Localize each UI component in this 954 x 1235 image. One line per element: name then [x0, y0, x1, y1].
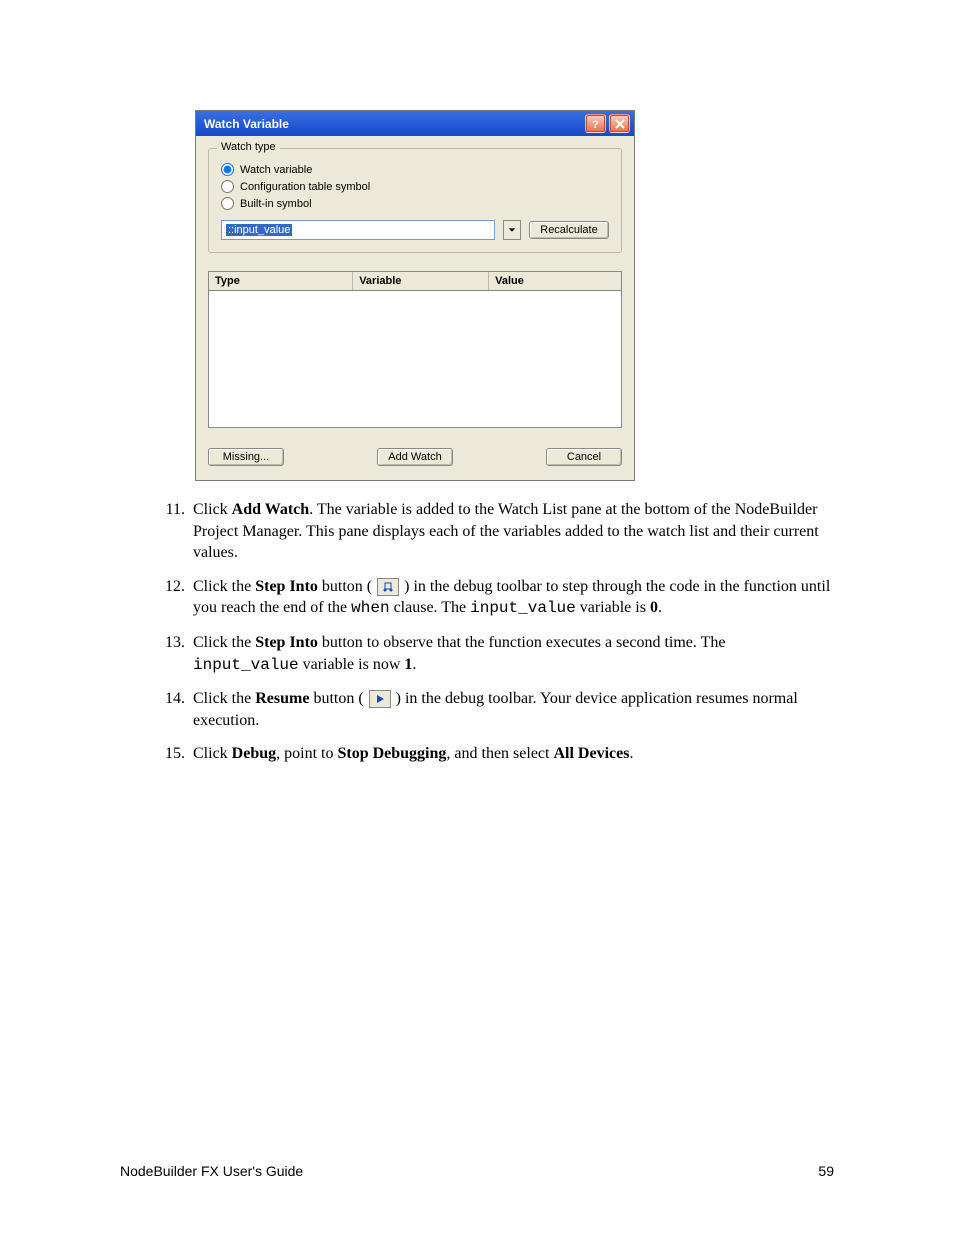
col-value-header: Value — [489, 272, 621, 290]
step-14: 14. Click the Resume button ( ) in the d… — [155, 688, 834, 731]
dialog-titlebar: Watch Variable ? — [196, 111, 634, 136]
step-body: Click the Resume button ( ) in the debug… — [193, 688, 834, 731]
svg-text:?: ? — [592, 119, 599, 130]
radio-watch-variable-input[interactable] — [221, 163, 234, 176]
group-legend: Watch type — [217, 141, 280, 153]
help-icon[interactable]: ? — [585, 114, 606, 133]
watch-variable-dialog: Watch Variable ? Watch type Watch variab… — [195, 110, 635, 481]
col-variable-header: Variable — [353, 272, 489, 290]
step-15: 15. Click Debug, point to Stop Debugging… — [155, 743, 834, 765]
radio-config-table-input[interactable] — [221, 180, 234, 193]
table-header-row: Type Variable Value — [209, 272, 621, 291]
titlebar-buttons: ? — [585, 114, 630, 133]
radio-builtin-input[interactable] — [221, 197, 234, 210]
resume-icon — [369, 690, 391, 708]
close-icon[interactable] — [609, 114, 630, 133]
page-footer: NodeBuilder FX User's Guide 59 — [120, 1163, 834, 1179]
radio-watch-variable[interactable]: Watch variable — [221, 163, 609, 176]
variable-edit-row: ::input_value Recalculate — [221, 220, 609, 240]
radio-builtin[interactable]: Built-in symbol — [221, 197, 609, 210]
page-number: 59 — [818, 1163, 834, 1179]
step-body: Click Debug, point to Stop Debugging, an… — [193, 743, 834, 765]
dropdown-button[interactable] — [503, 220, 521, 240]
variable-input[interactable]: ::input_value — [221, 220, 495, 240]
radio-config-table-label: Configuration table symbol — [240, 181, 370, 193]
recalculate-button[interactable]: Recalculate — [529, 221, 609, 239]
dialog-title: Watch Variable — [200, 117, 289, 131]
variable-table: Type Variable Value — [208, 271, 622, 428]
missing-button[interactable]: Missing... — [208, 448, 284, 466]
step-body: Click the Step Into button ( ) in the de… — [193, 576, 834, 620]
step-11: 11. Click Add Watch. The variable is add… — [155, 499, 834, 564]
dialog-button-row: Missing... Add Watch Cancel — [208, 448, 622, 466]
step-number: 12. — [155, 576, 185, 620]
dialog-body: Watch type Watch variable Configuration … — [196, 136, 634, 480]
step-number: 11. — [155, 499, 185, 564]
step-body: Click the Step Into button to observe th… — [193, 632, 834, 676]
step-number: 15. — [155, 743, 185, 765]
step-number: 13. — [155, 632, 185, 676]
radio-config-table[interactable]: Configuration table symbol — [221, 180, 609, 193]
add-watch-button[interactable]: Add Watch — [377, 448, 453, 466]
instruction-list: 11. Click Add Watch. The variable is add… — [155, 499, 834, 765]
step-13: 13. Click the Step Into button to observ… — [155, 632, 834, 676]
variable-input-value: ::input_value — [226, 224, 292, 236]
step-body: Click Add Watch. The variable is added t… — [193, 499, 834, 564]
cancel-button[interactable]: Cancel — [546, 448, 622, 466]
col-type-header: Type — [209, 272, 353, 290]
watch-type-group: Watch type Watch variable Configuration … — [208, 148, 622, 253]
page: Watch Variable ? Watch type Watch variab… — [0, 0, 954, 1235]
step-number: 14. — [155, 688, 185, 731]
radio-watch-variable-label: Watch variable — [240, 164, 312, 176]
radio-builtin-label: Built-in symbol — [240, 198, 312, 210]
step-into-icon — [377, 578, 399, 596]
step-12: 12. Click the Step Into button ( ) in th… — [155, 576, 834, 620]
footer-title: NodeBuilder FX User's Guide — [120, 1163, 303, 1179]
